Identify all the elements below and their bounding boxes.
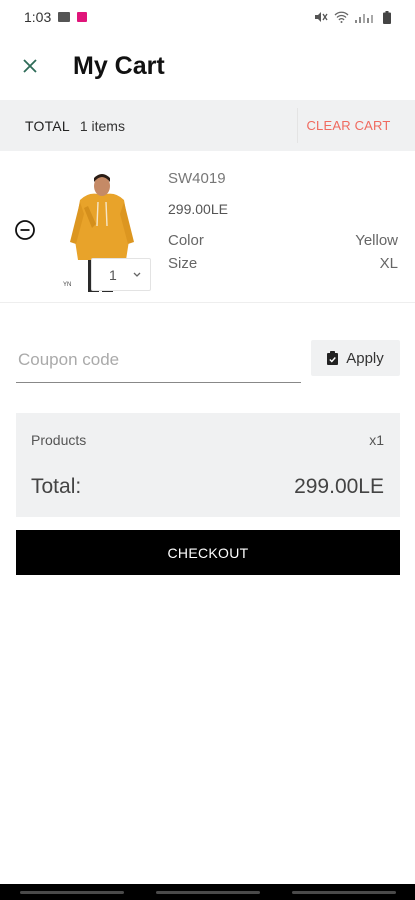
attribute-label: Color xyxy=(168,232,204,249)
image-icon xyxy=(58,12,71,22)
remove-circle-icon xyxy=(15,220,35,240)
close-button[interactable] xyxy=(15,51,45,81)
products-label: Products xyxy=(31,432,87,448)
cart-total-bar: TOTAL 1 items CLEAR CART xyxy=(0,100,415,151)
mute-icon xyxy=(315,12,328,22)
wifi-icon xyxy=(334,11,349,23)
battery-icon xyxy=(383,10,391,24)
total-label: Total: xyxy=(31,475,82,498)
attribute-row-size: Size XL xyxy=(168,255,398,272)
product-sku: SW4019 xyxy=(168,170,226,187)
cart-item: YN 1 SW4019 299.00LE Color Yellow Size X… xyxy=(0,151,415,303)
item-count: 1 items xyxy=(79,117,125,134)
app-bar: My Cart xyxy=(0,34,415,98)
apply-coupon-button[interactable]: Apply xyxy=(311,340,400,376)
product-price: 299.00LE xyxy=(168,201,228,217)
order-summary: Products x1 Total: 299.00LE xyxy=(16,413,400,517)
remove-item-button[interactable] xyxy=(14,219,36,241)
checkout-button[interactable]: CHECKOUT xyxy=(16,530,400,575)
total-label: TOTAL xyxy=(25,117,70,134)
total-value: 299.00LE xyxy=(294,475,384,498)
products-quantity: x1 xyxy=(369,432,384,448)
nav-home-button[interactable] xyxy=(155,890,260,894)
signal-icon xyxy=(355,14,373,23)
attribute-label: Size xyxy=(168,255,198,272)
attribute-row-color: Color Yellow xyxy=(168,232,398,249)
clipboard-check-icon xyxy=(327,351,339,365)
close-icon xyxy=(23,59,37,73)
chevron-down-icon xyxy=(133,272,141,277)
attribute-value: Yellow xyxy=(355,232,398,249)
notification-icon xyxy=(77,12,88,22)
clear-cart-button[interactable]: CLEAR CART xyxy=(297,108,399,143)
apply-label: Apply xyxy=(346,349,384,367)
coupon-code-input[interactable] xyxy=(16,337,301,383)
nav-back-button[interactable] xyxy=(291,890,396,894)
attribute-value: XL xyxy=(379,255,398,272)
svg-text:YN: YN xyxy=(63,282,71,288)
system-nav-bar xyxy=(0,884,415,900)
status-time: 1:03 xyxy=(24,9,52,25)
quantity-value: 1 xyxy=(109,266,117,283)
page-title: My Cart xyxy=(73,51,165,80)
status-bar: 1:03 xyxy=(0,0,415,34)
nav-recents-button[interactable] xyxy=(19,890,124,894)
quantity-select[interactable]: 1 xyxy=(91,258,151,291)
